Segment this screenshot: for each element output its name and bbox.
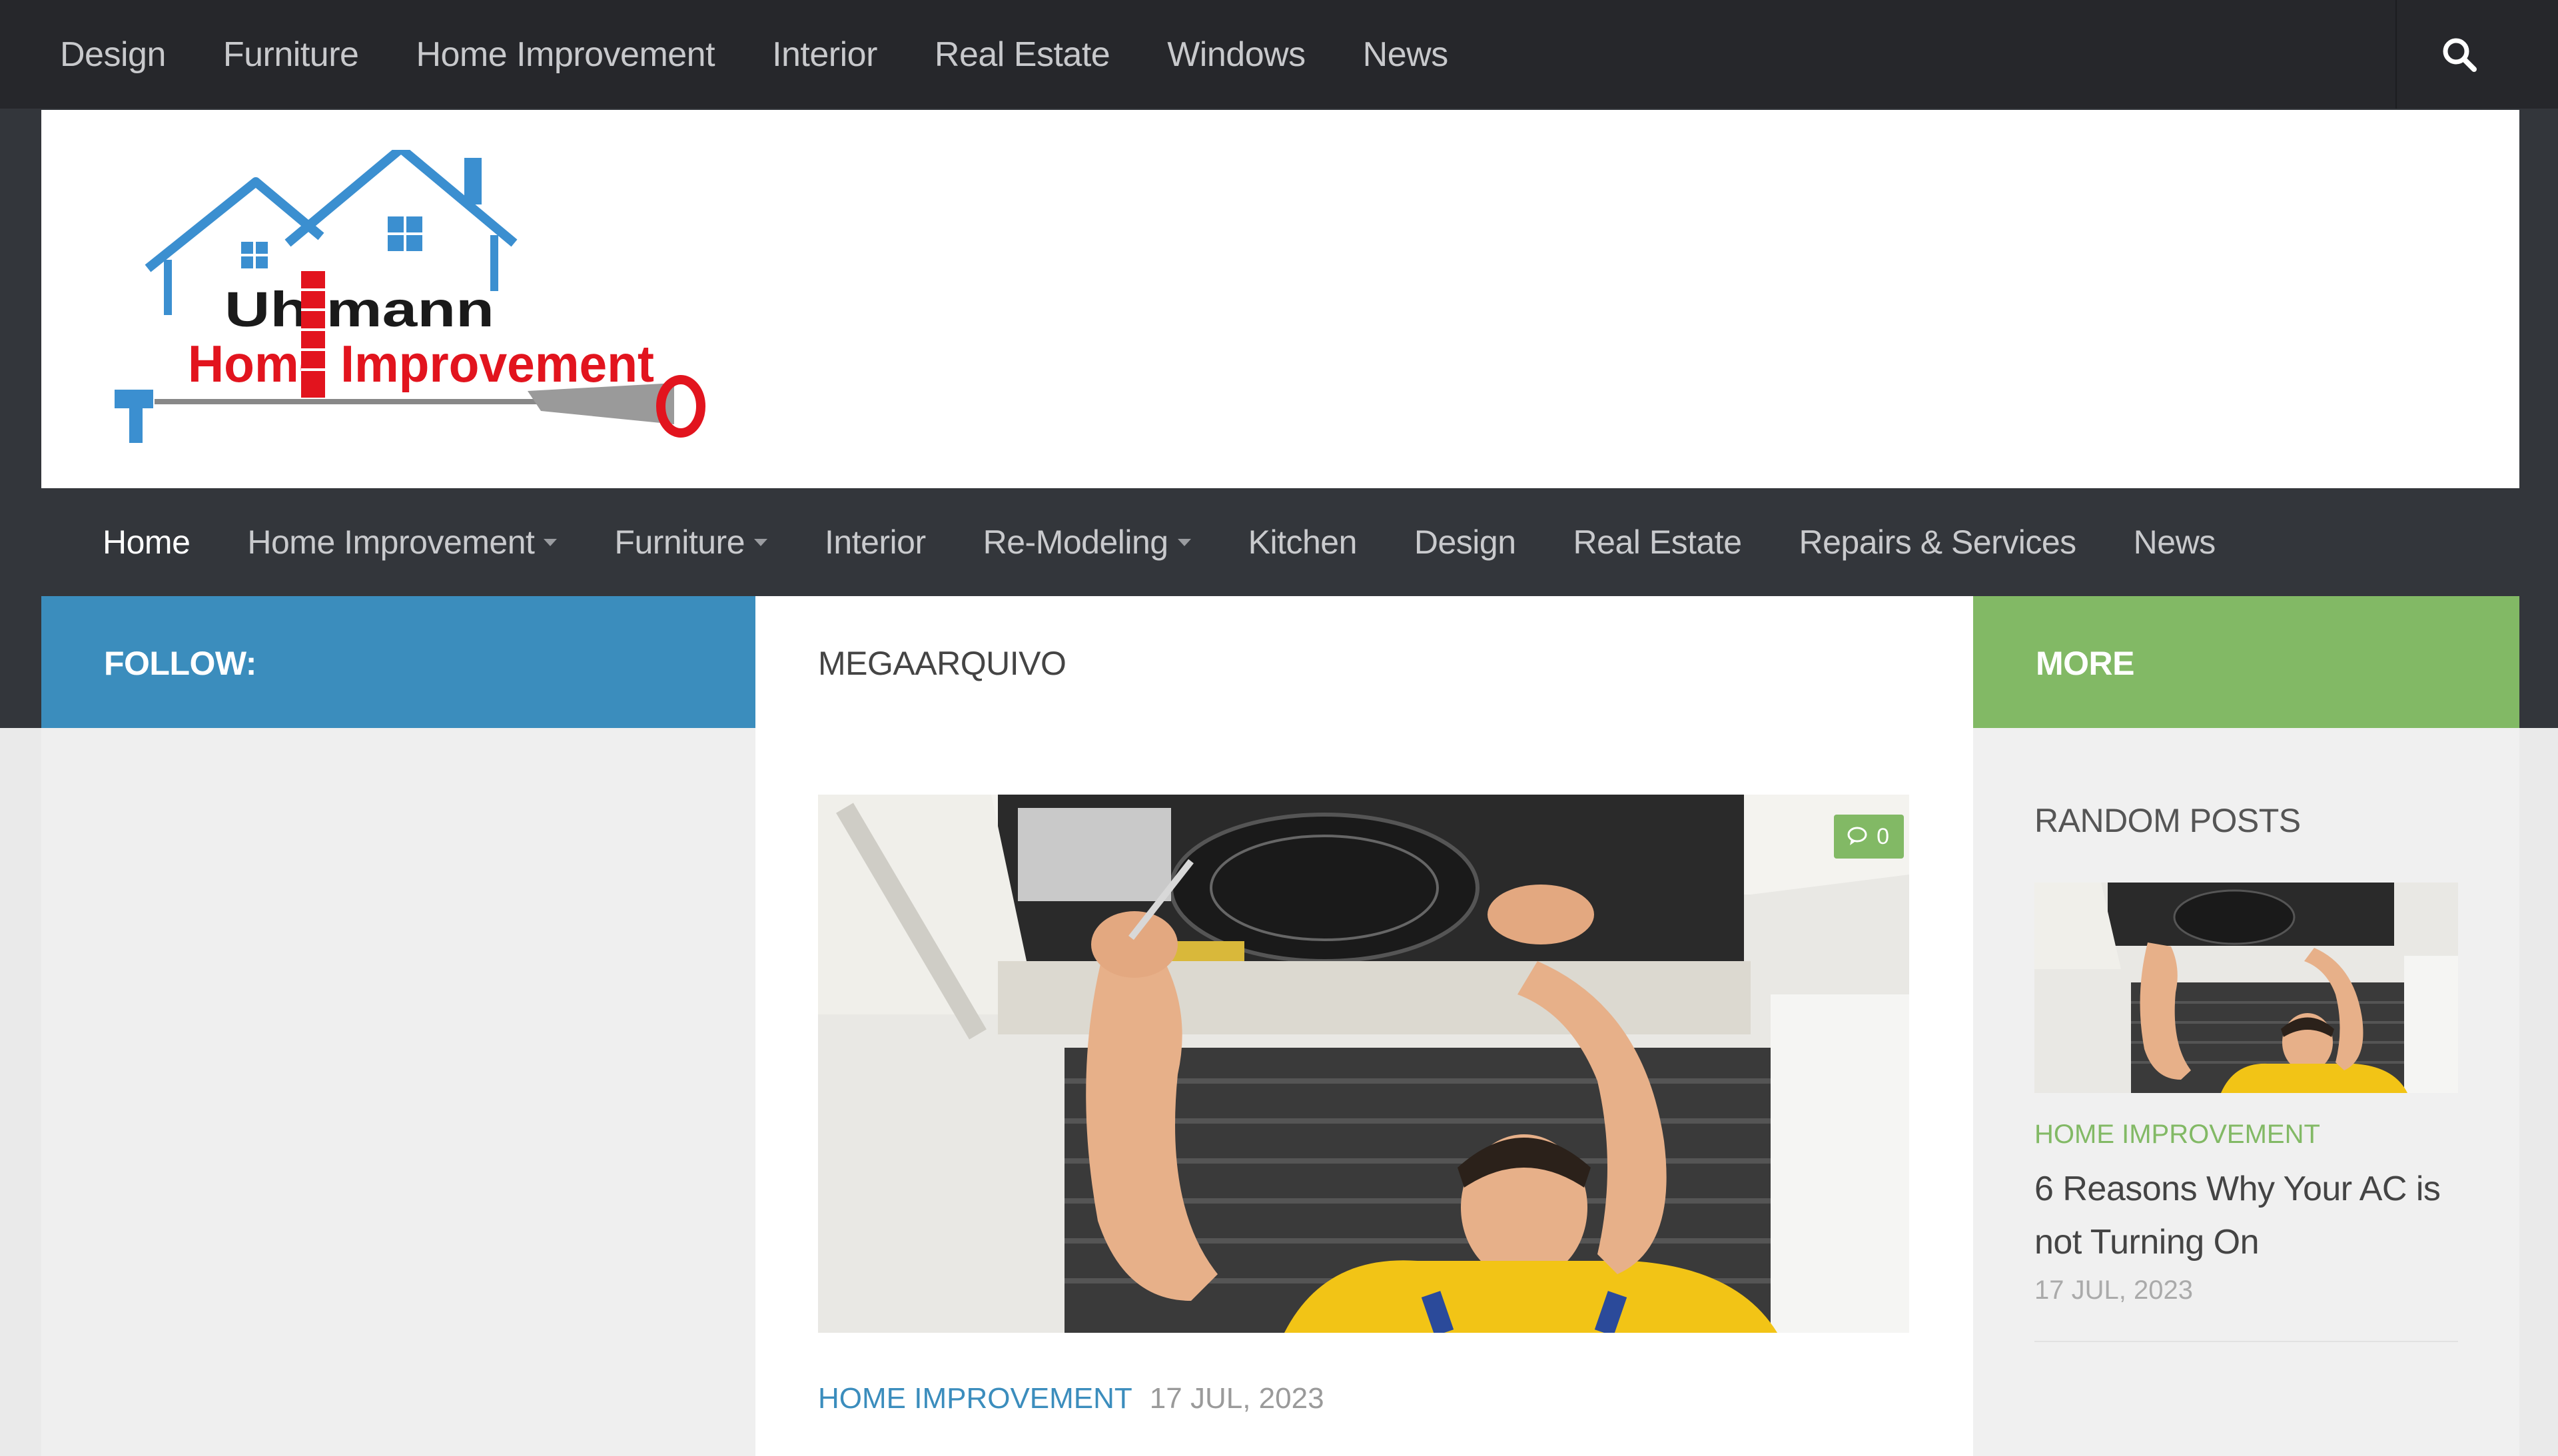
main-nav-item-design[interactable]: Design — [1414, 523, 1516, 561]
top-nav-item-interior[interactable]: Interior — [772, 35, 877, 75]
divider — [2034, 1341, 2458, 1342]
follow-header: FOLLOW: — [41, 596, 755, 728]
random-post-date: 17 JUL, 2023 — [2034, 1275, 2193, 1305]
random-posts-title: RANDOM POSTS — [2034, 802, 2301, 839]
featured-post-meta: HOME IMPROVEMENT 17 JUL, 2023 — [818, 1382, 1324, 1415]
main-nav-item-interior[interactable]: Interior — [825, 523, 926, 561]
window-icon — [388, 216, 422, 251]
main-nav-item-kitchen[interactable]: Kitchen — [1248, 523, 1358, 561]
logo-line2: Home Improvement — [188, 334, 654, 393]
hammer-icon — [115, 390, 153, 443]
main-nav-item-repairs-services[interactable]: Repairs & Services — [1799, 523, 2077, 561]
search-button[interactable] — [2395, 0, 2558, 109]
main-nav: Home Home Improvement Furniture Interior… — [41, 488, 2519, 596]
main-nav-item-home-improvement[interactable]: Home Improvement — [247, 523, 558, 561]
featured-post-date: 17 JUL, 2023 — [1149, 1382, 1324, 1415]
featured-post-image[interactable]: 0 — [818, 795, 1909, 1333]
more-header: MORE — [1973, 596, 2519, 728]
top-nav-item-home-improvement[interactable]: Home Improvement — [416, 35, 715, 75]
main-nav-item-home[interactable]: Home — [103, 523, 191, 561]
random-post-title[interactable]: 6 Reasons Why Your AC is not Turning On — [2034, 1162, 2458, 1269]
left-sidebar — [41, 728, 755, 1456]
top-nav-item-furniture[interactable]: Furniture — [223, 35, 359, 75]
comment-count-badge[interactable]: 0 — [1834, 815, 1904, 859]
right-sidebar: RANDOM POSTS HOME IMPROVEMENT 6 Reasons … — [1973, 728, 2519, 1456]
follow-title: FOLLOW: — [104, 645, 256, 682]
technician-thumbnail — [2034, 883, 2458, 1093]
top-nav: Design Furniture Home Improvement Interi… — [0, 0, 1448, 109]
top-bar: Design Furniture Home Improvement Interi… — [0, 0, 2558, 109]
window-icon — [241, 242, 268, 268]
top-nav-item-design[interactable]: Design — [60, 35, 166, 75]
top-nav-item-windows[interactable]: Windows — [1167, 35, 1306, 75]
comment-icon — [1847, 827, 1867, 845]
featured-post-category[interactable]: HOME IMPROVEMENT — [818, 1382, 1132, 1415]
main-nav-item-re-modeling[interactable]: Re-Modeling — [983, 523, 1191, 561]
logo-line1: Uhlmann — [224, 282, 494, 337]
main-nav-item-real-estate[interactable]: Real Estate — [1573, 523, 1742, 561]
chevron-down-icon — [1177, 538, 1191, 546]
technician-photo — [818, 795, 1909, 1333]
random-post-category[interactable]: HOME IMPROVEMENT — [2034, 1120, 2320, 1150]
main-nav-item-furniture[interactable]: Furniture — [614, 523, 767, 561]
top-nav-item-news[interactable]: News — [1363, 35, 1449, 75]
main-content: 0 HOME IMPROVEMENT 17 JUL, 2023 — [755, 728, 1973, 1456]
comment-count: 0 — [1877, 823, 1889, 849]
main-nav-item-news[interactable]: News — [2134, 523, 2216, 561]
site-header: Uhlmann Home Improvement — [41, 110, 2519, 488]
more-title: MORE — [2036, 645, 2135, 682]
search-icon[interactable] — [2439, 35, 2479, 75]
archive-header: MEGAARQUIVO — [755, 596, 1973, 728]
archive-title: MEGAARQUIVO — [818, 645, 1066, 682]
site-logo[interactable]: Uhlmann Home Improvement — [101, 150, 727, 443]
chevron-down-icon — [544, 538, 558, 546]
top-nav-item-real-estate[interactable]: Real Estate — [935, 35, 1110, 75]
chevron-down-icon — [754, 538, 767, 546]
random-post-thumbnail[interactable] — [2034, 883, 2458, 1093]
